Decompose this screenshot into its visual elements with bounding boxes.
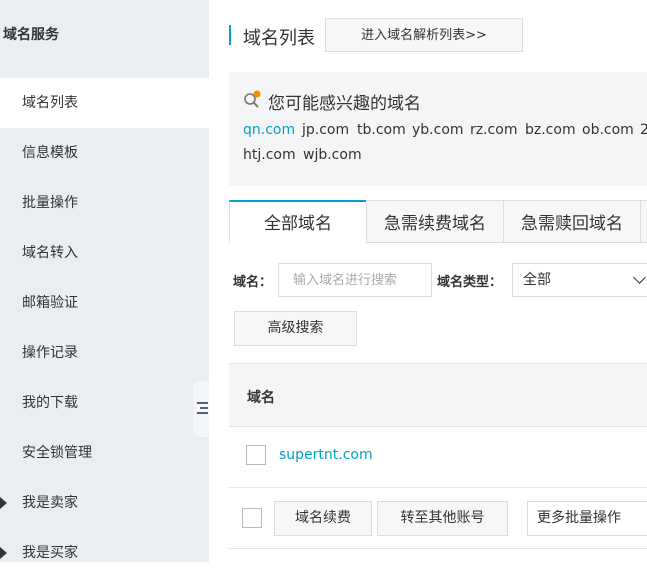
suggested-domain-link[interactable]: 2 [640, 122, 647, 138]
sidebar-item-label: 信息模板 [22, 145, 78, 161]
sidebar-item-transfer-in[interactable]: 域名转入 [0, 228, 209, 278]
select-all-checkbox[interactable] [242, 508, 262, 528]
table-header: 域名 [229, 363, 647, 427]
search-suggest-icon [244, 90, 261, 108]
goto-dns-list-button[interactable]: 进入域名解析列表>> [325, 18, 523, 52]
sidebar-item-buyer[interactable]: 我是买家 [0, 528, 209, 578]
renew-button[interactable]: 域名续费 [274, 501, 372, 536]
sidebar-item-label: 域名列表 [22, 95, 78, 111]
tab-all-domains[interactable]: 全部域名 [229, 200, 367, 243]
column-header-domain[interactable]: 域名 [247, 387, 275, 407]
suggested-domain-link[interactable]: wjb.com [303, 147, 362, 163]
sidebar-collapse-handle[interactable] [193, 381, 209, 437]
sidebar-item-security-lock[interactable]: 安全锁管理 [0, 428, 209, 478]
suggested-domain-link[interactable]: tb.com [357, 122, 406, 138]
transfer-account-button[interactable]: 转至其他账号 [377, 501, 508, 536]
sidebar-item-label: 安全锁管理 [22, 445, 92, 461]
more-bulk-ops-select[interactable]: 更多批量操作 [527, 501, 647, 536]
domain-link[interactable]: supertnt.com [279, 447, 373, 463]
suggested-domain-link[interactable]: bz.com [525, 122, 576, 138]
domain-type-select[interactable]: 全部 [512, 263, 647, 297]
sidebar-item-label: 批量操作 [22, 195, 78, 211]
domain-filter-label: 域名： [233, 275, 273, 290]
sidebar-item-seller[interactable]: 我是卖家 [0, 478, 209, 528]
tab-overflow[interactable] [640, 200, 647, 243]
tab-redeem-urgent[interactable]: 急需赎回域名 [503, 200, 641, 243]
caret-right-icon [0, 497, 7, 509]
suggested-domain-link[interactable]: htj.com [243, 147, 296, 163]
suggested-domain-link[interactable]: qn.com [243, 122, 295, 138]
tab-renew-urgent[interactable]: 急需续费域名 [366, 200, 504, 243]
sidebar-item-info-template[interactable]: 信息模板 [0, 128, 209, 178]
caret-right-icon [0, 547, 7, 559]
suggested-domain-link[interactable]: ob.com [582, 122, 634, 138]
sidebar-item-label: 我的下载 [22, 395, 78, 411]
title-accent-bar [229, 25, 231, 45]
collapse-menu-icon [197, 402, 208, 416]
footer-divider [229, 548, 647, 549]
domain-type-label: 域名类型： [437, 275, 503, 290]
sidebar-item-email-verify[interactable]: 邮箱验证 [0, 278, 209, 328]
sidebar-item-label: 我是卖家 [22, 495, 78, 511]
sidebar-title: 域名服务 [3, 27, 59, 43]
sidebar-item-label: 操作记录 [22, 345, 78, 361]
sidebar-item-label: 我是买家 [22, 545, 78, 561]
sidebar-item-downloads[interactable]: 我的下载 [0, 378, 209, 428]
sidebar-item-label: 域名转入 [22, 245, 78, 261]
page-title: 域名列表 [243, 28, 315, 49]
sidebar-item-domain-list[interactable]: 域名列表 [0, 78, 209, 128]
suggested-domain-link[interactable]: rz.com [470, 122, 517, 138]
suggested-domain-link[interactable]: jp.com [302, 122, 349, 138]
suggested-domain-link[interactable]: yb.com [412, 122, 464, 138]
sidebar-item-batch-ops[interactable]: 批量操作 [0, 178, 209, 228]
sidebar-item-op-log[interactable]: 操作记录 [0, 328, 209, 378]
sidebar: 域名服务 域名列表 信息模板 批量操作 域名转入 邮箱验证 操作记录 我的下载 … [0, 0, 209, 562]
row-divider [229, 487, 647, 488]
row-checkbox[interactable] [246, 445, 266, 465]
interest-title: 您可能感兴趣的域名 [268, 94, 421, 114]
advanced-search-button[interactable]: 高级搜索 [234, 311, 357, 346]
domain-type-value: 全部 [523, 272, 551, 288]
chevron-down-icon [633, 271, 646, 284]
sidebar-item-label: 邮箱验证 [22, 295, 78, 311]
domain-search-input[interactable] [278, 263, 432, 297]
